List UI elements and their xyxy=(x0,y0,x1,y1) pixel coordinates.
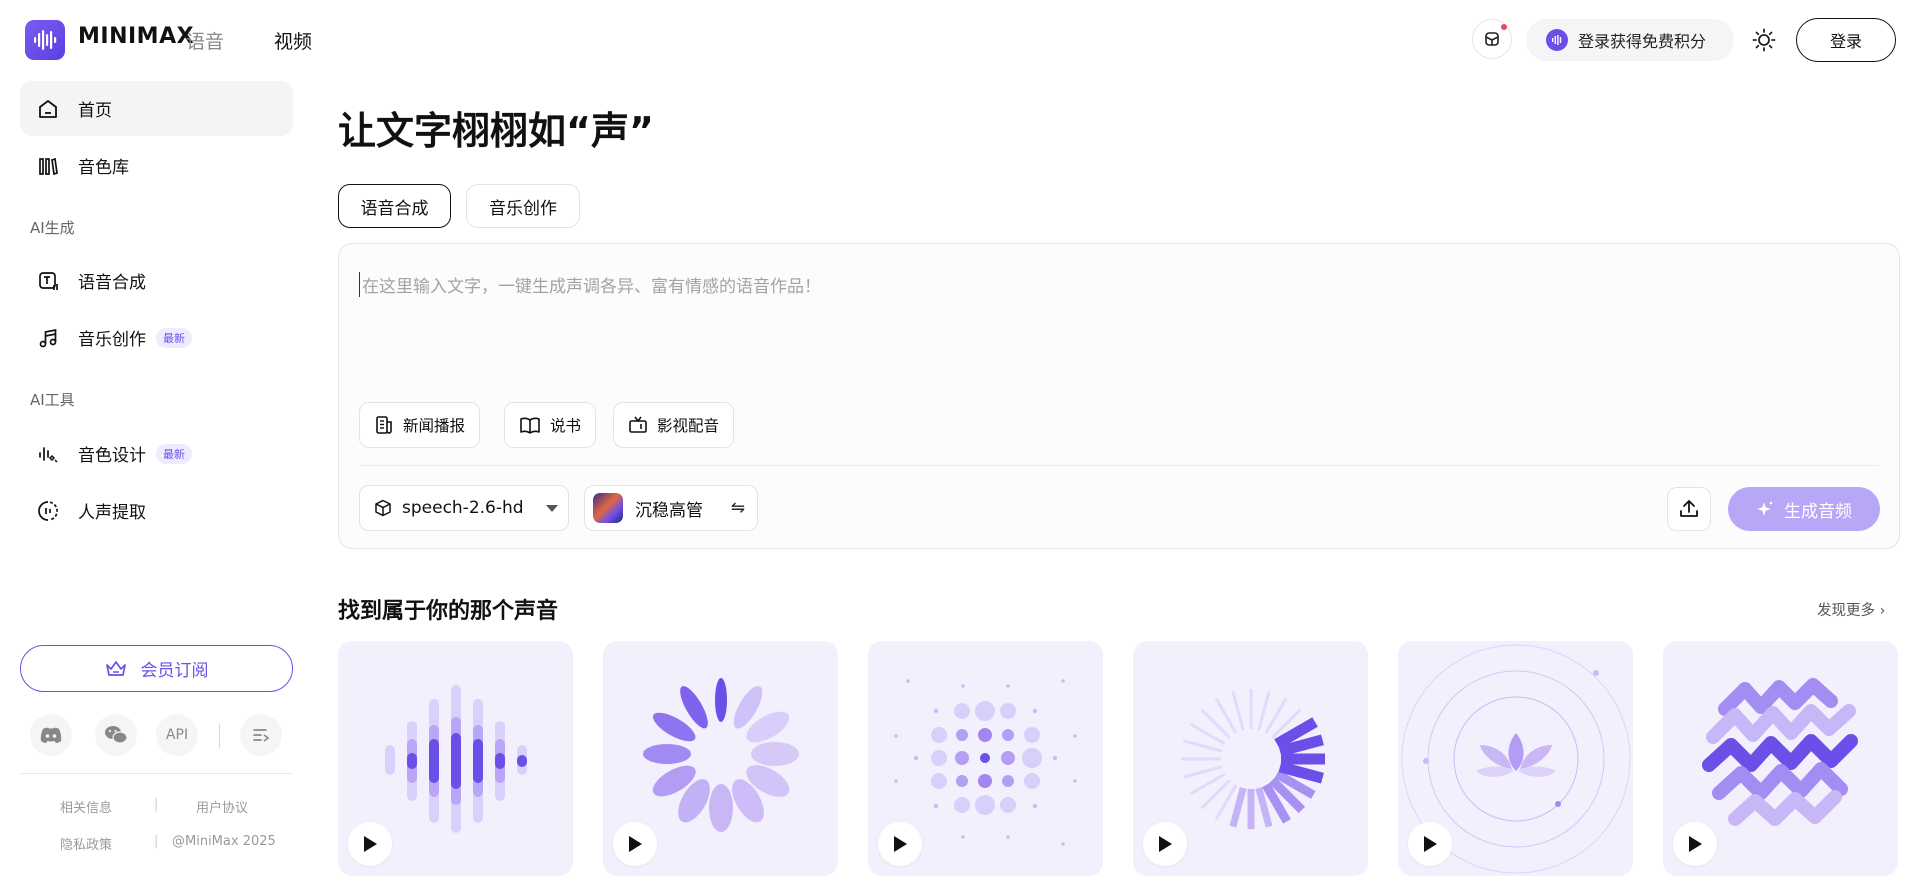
sidebar-item-music[interactable]: 音乐创作 最新 xyxy=(20,310,293,365)
upload-button[interactable] xyxy=(1667,487,1711,531)
play-button[interactable] xyxy=(348,822,392,866)
section-ai-generation: AI生成 xyxy=(30,219,75,237)
book-icon xyxy=(520,417,540,434)
voice-card[interactable] xyxy=(868,641,1103,876)
top-header: MINIMAX 语音 视频 登录获得免费积分 登录 xyxy=(0,0,1920,78)
voice-value: 沉稳高管 xyxy=(635,500,703,521)
theme-toggle-sun-icon[interactable] xyxy=(1750,26,1778,54)
wechat-icon[interactable] xyxy=(95,714,137,756)
play-icon xyxy=(364,836,377,852)
copyright-text: @MiniMax 2025 xyxy=(172,834,276,849)
sparkle-icon xyxy=(1757,501,1773,516)
sidebar-item-tts[interactable]: 语音合成 xyxy=(20,253,293,308)
cube-icon xyxy=(375,499,391,517)
sidebar-item-label: 人声提取 xyxy=(78,503,146,523)
sidebar-item-label: 语音合成 xyxy=(78,273,146,293)
tab-music[interactable]: 音乐创作 xyxy=(466,184,580,228)
play-button[interactable] xyxy=(1143,822,1187,866)
play-icon xyxy=(1424,836,1437,852)
free-credits-button[interactable]: 登录获得免费积分 xyxy=(1526,19,1734,61)
preset-storytelling-button[interactable]: 说书 xyxy=(504,402,597,448)
user-agreement-link[interactable]: 用户协议 xyxy=(196,797,248,816)
music-note-icon xyxy=(36,326,60,350)
sidebar-item-library[interactable]: 音色库 xyxy=(20,138,293,193)
news-icon xyxy=(376,416,392,434)
crown-icon xyxy=(105,660,126,676)
new-badge: 最新 xyxy=(156,327,192,348)
api-link[interactable]: API xyxy=(156,714,198,756)
logo-text[interactable]: MINIMAX xyxy=(78,24,194,49)
sidebar: 首页 音色库 AI生成 语音合成 音乐创作 最新 AI工具 音色设计 最新 人声… xyxy=(0,78,300,879)
preset-news-button[interactable]: 新闻播报 xyxy=(359,402,481,448)
voice-card[interactable] xyxy=(1398,641,1633,876)
notification-button[interactable] xyxy=(1472,19,1512,59)
tab-tts[interactable]: 语音合成 xyxy=(338,184,451,228)
sidebar-item-home[interactable]: 首页 xyxy=(20,81,293,136)
play-button[interactable] xyxy=(1408,822,1452,866)
nav-voice[interactable]: 语音 xyxy=(186,27,224,54)
sidebar-item-vocal-extract[interactable]: 人声提取 xyxy=(20,483,293,538)
footer-separator: | xyxy=(154,797,159,812)
divider xyxy=(219,724,220,748)
upload-icon xyxy=(1680,500,1698,517)
play-icon xyxy=(1689,836,1702,852)
play-button[interactable] xyxy=(1673,822,1717,866)
page-title: 让文字栩栩如“声” xyxy=(338,109,654,153)
voices-section-title: 找到属于你的那个声音 xyxy=(338,599,559,624)
chip-label: 新闻播报 xyxy=(403,417,466,435)
waveform-icon xyxy=(1546,29,1568,51)
voice-design-icon xyxy=(36,442,60,466)
chip-label: 说书 xyxy=(550,417,582,435)
play-icon xyxy=(894,836,907,852)
discover-more-link[interactable]: 发现更多 › xyxy=(1817,599,1885,620)
nav-video[interactable]: 视频 xyxy=(274,27,312,54)
voice-avatar xyxy=(593,493,623,523)
vocal-extract-icon xyxy=(36,499,60,523)
home-icon xyxy=(36,97,60,121)
credits-label: 登录获得免费积分 xyxy=(1578,32,1707,51)
tts-icon xyxy=(36,269,60,293)
play-icon xyxy=(1159,836,1172,852)
sidebar-item-label: 音色库 xyxy=(78,158,129,178)
model-value: speech-2.6-hd xyxy=(402,498,524,518)
membership-subscribe-button[interactable]: 会员订阅 xyxy=(20,645,293,692)
text-editor-panel: 在这里输入文字，一键生成声调各异、富有情感的语音作品！ 新闻播报 说书 影视配音… xyxy=(338,243,1900,549)
section-ai-tools: AI工具 xyxy=(30,391,75,409)
voice-card[interactable] xyxy=(603,641,838,876)
membership-label: 会员订阅 xyxy=(140,661,209,681)
sidebar-divider xyxy=(20,773,293,774)
sidebar-item-label: 音乐创作 xyxy=(78,330,146,350)
generate-label: 生成音频 xyxy=(1784,501,1852,522)
chip-label: 影视配音 xyxy=(657,417,720,435)
voice-select[interactable]: 沉稳高管 ⇋ xyxy=(584,485,758,531)
related-info-link[interactable]: 相关信息 xyxy=(60,797,112,816)
discord-icon[interactable] xyxy=(30,714,72,756)
notification-dot xyxy=(1501,24,1507,30)
sidebar-item-label: 首页 xyxy=(78,101,112,121)
voice-card[interactable] xyxy=(1133,641,1368,876)
footer-separator: | xyxy=(154,834,159,849)
preset-film-dubbing-button[interactable]: 影视配音 xyxy=(613,402,735,448)
voice-card[interactable] xyxy=(1663,641,1898,876)
login-button[interactable]: 登录 xyxy=(1796,18,1896,62)
menu-more-icon[interactable] xyxy=(240,714,282,756)
generate-audio-button[interactable]: 生成音频 xyxy=(1728,487,1880,531)
model-select[interactable]: speech-2.6-hd xyxy=(359,485,569,531)
cube-icon xyxy=(1485,32,1499,46)
library-icon xyxy=(36,154,60,178)
new-badge: 最新 xyxy=(156,443,192,464)
editor-divider xyxy=(359,465,1879,466)
privacy-policy-link[interactable]: 隐私政策 xyxy=(60,834,112,853)
sidebar-item-label: 音色设计 xyxy=(78,446,146,466)
text-input[interactable]: 在这里输入文字，一键生成声调各异、富有情感的语音作品！ xyxy=(359,272,821,297)
play-button[interactable] xyxy=(878,822,922,866)
chevron-down-icon xyxy=(546,505,558,512)
play-button[interactable] xyxy=(613,822,657,866)
play-icon xyxy=(629,836,642,852)
minimax-logo-icon[interactable] xyxy=(25,20,65,60)
sidebar-item-voice-design[interactable]: 音色设计 最新 xyxy=(20,426,293,481)
tv-icon xyxy=(629,416,647,433)
voice-card[interactable] xyxy=(338,641,573,876)
swap-icon[interactable]: ⇋ xyxy=(731,498,745,518)
